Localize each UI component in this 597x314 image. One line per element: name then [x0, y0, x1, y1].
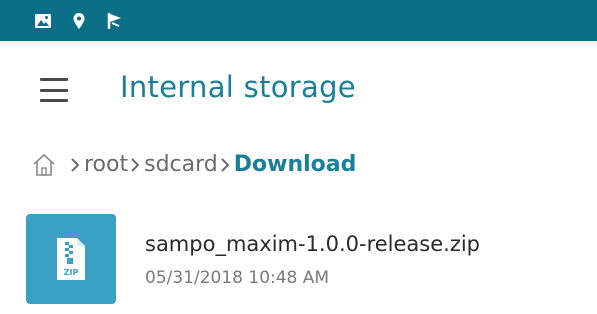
menu-bar-line: [40, 78, 68, 81]
location-icon: [70, 12, 88, 30]
status-bar: [0, 0, 597, 41]
chevron-right-icon: [218, 155, 232, 175]
zip-file-icon: ZIP: [26, 214, 116, 304]
hamburger-menu-button[interactable]: [40, 78, 68, 102]
flag-icon: [106, 12, 124, 30]
menu-bar-line: [40, 88, 68, 92]
file-date: 05/31/2018 10:48 AM: [145, 268, 330, 288]
breadcrumb: root sdcard Download: [30, 147, 356, 183]
app-bar: Internal storage: [0, 60, 597, 120]
breadcrumb-item-download[interactable]: Download: [234, 150, 357, 180]
page-title: Internal storage: [120, 70, 356, 104]
breadcrumb-item-root[interactable]: root: [84, 150, 128, 180]
chevron-right-icon: [68, 155, 82, 175]
file-list-item[interactable]: ZIP sampo_maxim-1.0.0-release.zip 05/31/…: [0, 208, 597, 308]
svg-text:ZIP: ZIP: [64, 268, 79, 277]
home-icon[interactable]: [30, 151, 58, 179]
image-icon: [34, 12, 52, 30]
chevron-right-icon: [128, 155, 142, 175]
breadcrumb-item-sdcard[interactable]: sdcard: [144, 150, 218, 180]
menu-bar-line: [40, 99, 68, 102]
file-name: sampo_maxim-1.0.0-release.zip: [145, 232, 481, 256]
